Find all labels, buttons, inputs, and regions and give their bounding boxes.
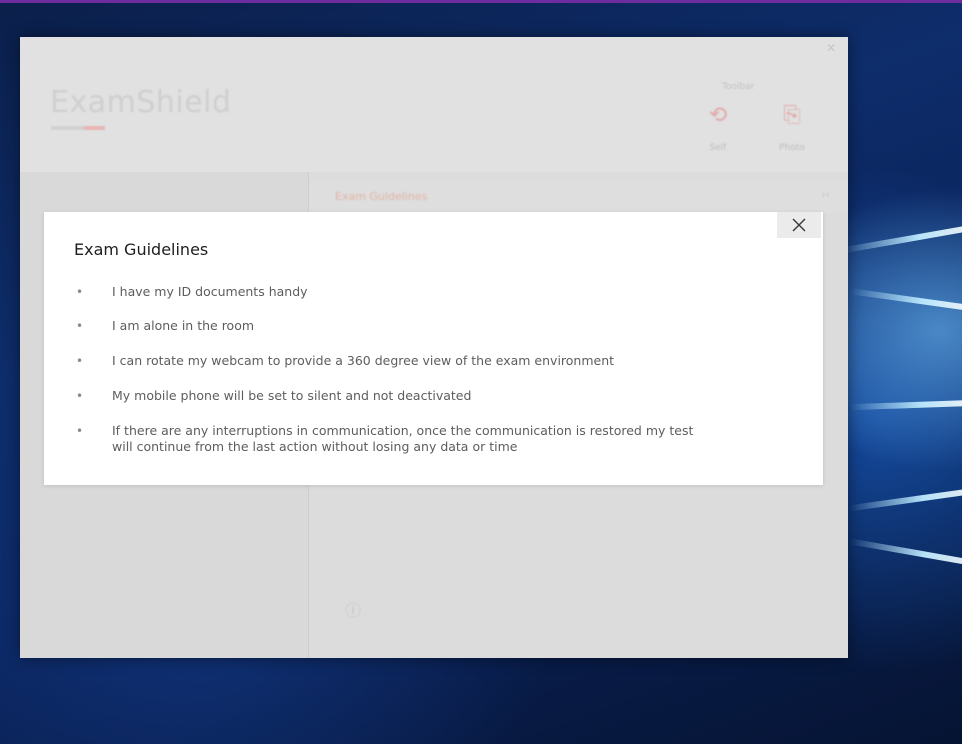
bullet-icon: •	[76, 354, 84, 368]
wallpaper-light-beam	[849, 538, 962, 566]
window-close-icon[interactable]: ✕	[824, 41, 838, 55]
toolbar-label: Toolbar	[722, 82, 755, 92]
guideline-text: I have my ID documents handy	[112, 284, 308, 299]
guideline-item: • I am alone in the room	[74, 318, 254, 334]
dialog-close-button[interactable]	[777, 212, 821, 238]
app-logo-tagline	[51, 126, 105, 130]
wallpaper-light-beam	[850, 288, 962, 311]
bullet-icon: •	[76, 285, 84, 299]
camera-icon: ⟲	[708, 103, 728, 128]
bullet-icon: •	[76, 319, 84, 333]
wallpaper-light-beam	[849, 400, 962, 411]
wallpaper-light-beam	[841, 225, 962, 254]
app-logo: ExamShield	[50, 85, 232, 120]
tool-self-button[interactable]: ⟲ Self	[698, 99, 738, 159]
tool-self-label: Self	[709, 143, 727, 153]
section-header[interactable]: Exam Guidelines ›‹	[309, 179, 848, 213]
guideline-item: • I can rotate my webcam to provide a 36…	[74, 353, 614, 369]
tool-photo-label: Photo	[779, 143, 805, 153]
info-icon: ⓘ	[345, 601, 362, 620]
section-header-title: Exam Guidelines	[335, 190, 428, 203]
close-icon	[792, 218, 806, 232]
wallpaper-light-beam	[848, 488, 962, 512]
guideline-item: • My mobile phone will be set to silent …	[74, 388, 471, 404]
id-card-icon: ⎘	[783, 103, 801, 128]
guideline-text: My mobile phone will be set to silent an…	[112, 388, 472, 403]
guideline-text: I am alone in the room	[112, 318, 255, 333]
bullet-icon: •	[76, 389, 84, 403]
tool-photo-button[interactable]: ⎘ Photo	[772, 99, 812, 159]
bullet-icon: •	[76, 424, 84, 438]
window-top-accent	[0, 0, 962, 3]
exam-guidelines-dialog: Exam Guidelines • I have my ID documents…	[44, 212, 823, 485]
collapse-icon: ›‹	[821, 188, 830, 201]
dialog-title: Exam Guidelines	[74, 240, 209, 259]
guideline-text: I can rotate my webcam to provide a 360 …	[112, 353, 615, 368]
guideline-item: • If there are any interruptions in comm…	[74, 423, 752, 455]
guideline-text: If there are any interruptions in commun…	[112, 423, 694, 454]
guideline-item: • I have my ID documents handy	[74, 284, 308, 300]
